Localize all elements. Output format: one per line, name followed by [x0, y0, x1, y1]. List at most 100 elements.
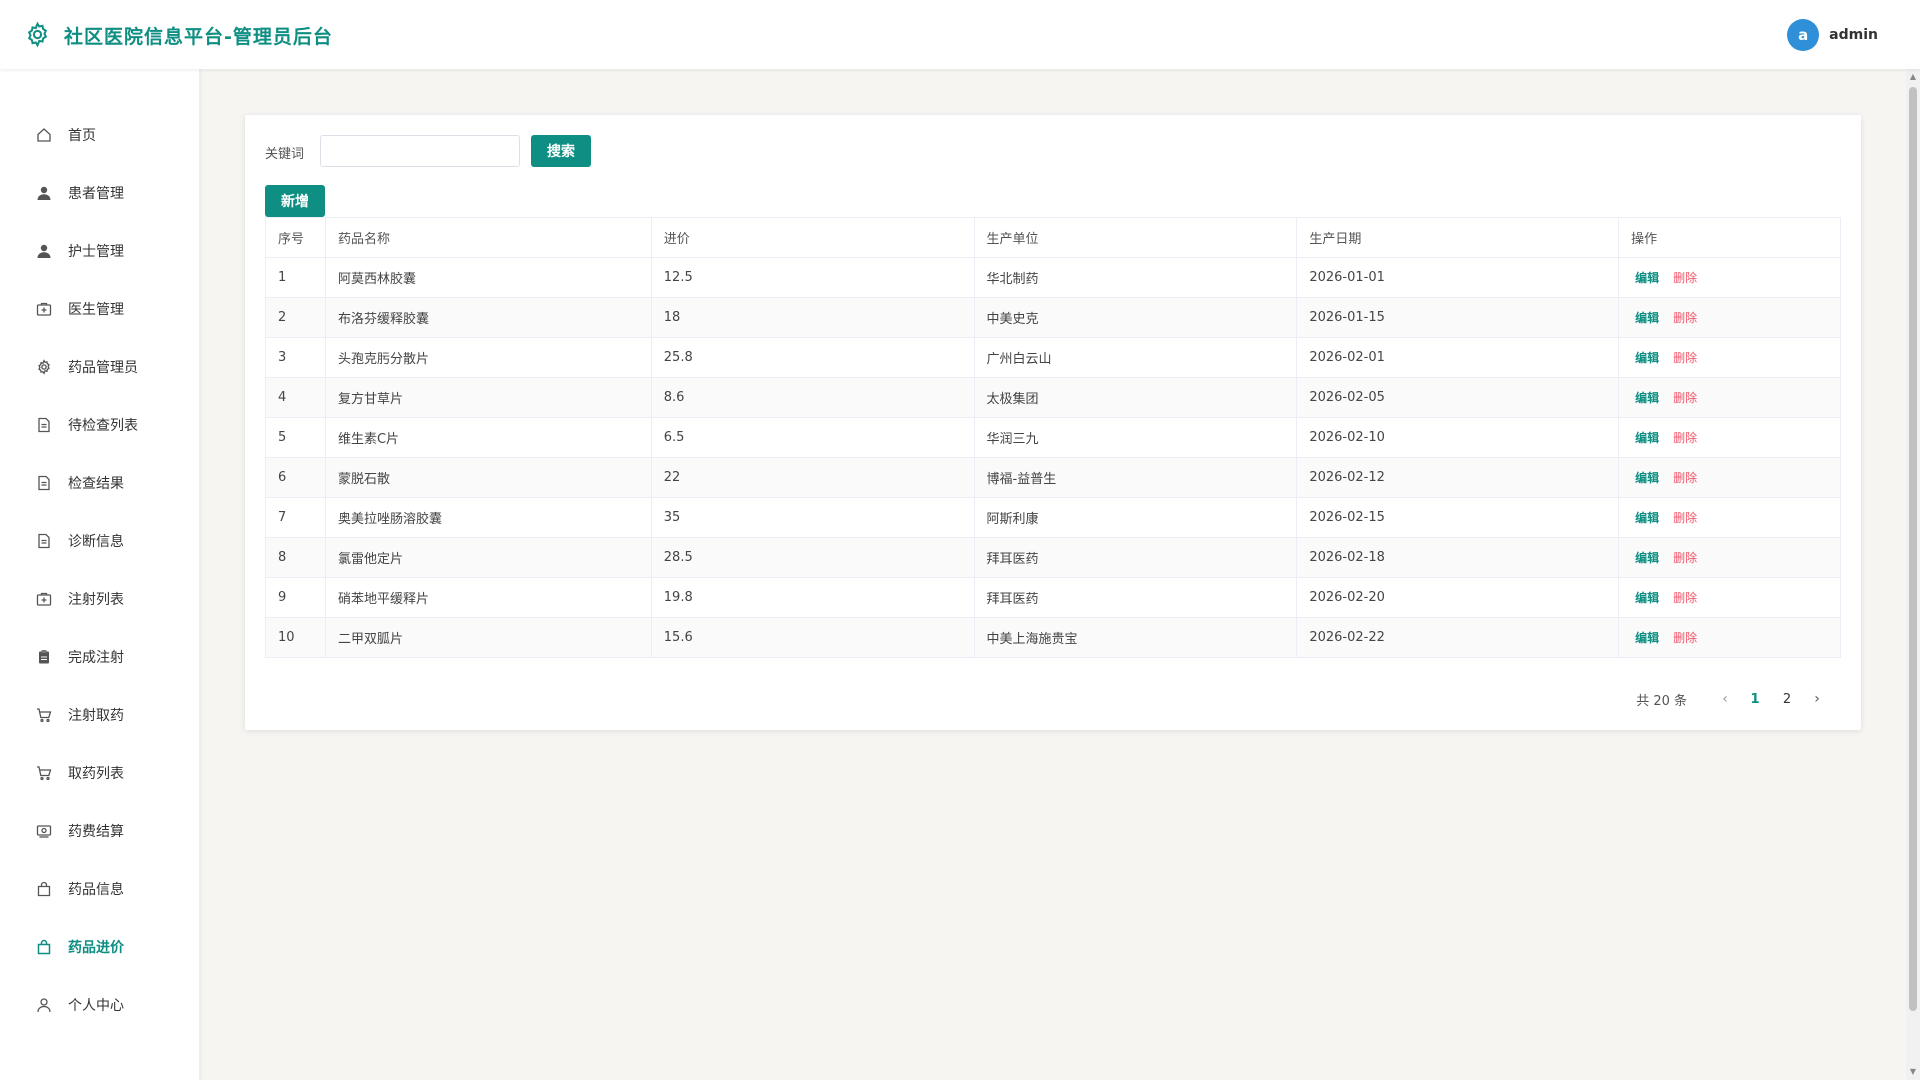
delete-link[interactable]: 删除: [1673, 271, 1697, 285]
cell-drug-name: 维生素C片: [324, 417, 652, 458]
search-input[interactable]: [320, 135, 520, 167]
edit-link[interactable]: 编辑: [1635, 431, 1659, 445]
cell-index: 5: [265, 417, 326, 458]
cell-manufacturer: 中美史克: [973, 297, 1298, 338]
sidebar-item-completed-injections[interactable]: 完成注射: [0, 637, 200, 677]
page-scrollbar[interactable]: ▲ ▼: [1906, 69, 1920, 1080]
sidebar-item-label: 药费结算: [68, 824, 124, 840]
cell-manufacturer: 中美上海施贵宝: [973, 617, 1298, 658]
sidebar-item-injections[interactable]: 注射列表: [0, 579, 200, 619]
column-header-drug-name: 药品名称: [324, 217, 652, 258]
delete-link[interactable]: 删除: [1673, 631, 1697, 645]
cell-index: 6: [265, 457, 326, 498]
cell-price: 18: [650, 297, 975, 338]
table-row: 4 复方甘草片 8.6 太极集团 2026-02-05 编辑 删除: [265, 377, 1841, 418]
sidebar-item-patients[interactable]: 患者管理: [0, 173, 200, 213]
first-aid-icon: [35, 590, 53, 608]
delete-link[interactable]: 删除: [1673, 431, 1697, 445]
delete-link[interactable]: 删除: [1673, 511, 1697, 525]
page-button-2[interactable]: 2: [1771, 692, 1803, 707]
top-header: 社区医院信息平台-管理员后台 a admin: [0, 0, 1920, 69]
edit-link[interactable]: 编辑: [1635, 471, 1659, 485]
cell-index: 1: [265, 257, 326, 298]
avatar[interactable]: a: [1787, 18, 1820, 51]
cell-drug-name: 二甲双胍片: [324, 617, 652, 658]
scrollbar-thumb[interactable]: [1909, 87, 1917, 1011]
edit-link[interactable]: 编辑: [1635, 551, 1659, 565]
sidebar-item-label: 注射列表: [68, 592, 124, 608]
sidebar-item-pickup-list[interactable]: 取药列表: [0, 753, 200, 793]
delete-link[interactable]: 删除: [1673, 551, 1697, 565]
edit-link[interactable]: 编辑: [1635, 511, 1659, 525]
chevron-right-icon[interactable]: ›: [1803, 691, 1831, 707]
add-button[interactable]: 新增: [265, 185, 325, 217]
delete-link[interactable]: 删除: [1673, 351, 1697, 365]
edit-link[interactable]: 编辑: [1635, 311, 1659, 325]
delete-link[interactable]: 删除: [1673, 591, 1697, 605]
scroll-down-icon[interactable]: ▼: [1909, 1068, 1917, 1076]
bag-icon: [35, 880, 53, 898]
table-row: 3 头孢克肟分散片 25.8 广州白云山 2026-02-01 编辑 删除: [265, 337, 1841, 378]
sidebar-item-injection-pickup[interactable]: 注射取药: [0, 695, 200, 735]
edit-link[interactable]: 编辑: [1635, 391, 1659, 405]
sidebar-item-pharmacists[interactable]: 药品管理员: [0, 347, 200, 387]
sidebar-item-exam-results[interactable]: 检查结果: [0, 463, 200, 503]
search-button[interactable]: 搜索: [531, 135, 591, 167]
sidebar-item-drug-prices[interactable]: 药品进价: [0, 927, 200, 967]
cart-icon: [35, 706, 53, 724]
cell-index: 2: [265, 297, 326, 338]
cell-actions: 编辑 删除: [1618, 457, 1841, 498]
delete-link[interactable]: 删除: [1673, 311, 1697, 325]
sidebar-item-label: 药品管理员: [68, 360, 138, 376]
cell-index: 8: [265, 537, 326, 578]
edit-link[interactable]: 编辑: [1635, 271, 1659, 285]
sidebar-item-pending-exams[interactable]: 待检查列表: [0, 405, 200, 445]
cell-price: 25.8: [650, 337, 975, 378]
delete-link[interactable]: 删除: [1673, 391, 1697, 405]
sidebar-item-label: 患者管理: [68, 186, 124, 202]
table-row: 9 硝苯地平缓释片 19.8 拜耳医药 2026-02-20 编辑 删除: [265, 577, 1841, 618]
content-card: 关键词 搜索 新增 序号 药品名称 进价 生产单位 生产日期 操作 1 阿莫西林…: [245, 115, 1861, 730]
sidebar-item-diagnosis[interactable]: 诊断信息: [0, 521, 200, 561]
drug-price-table: 序号 药品名称 进价 生产单位 生产日期 操作 1 阿莫西林胶囊 12.5 华北…: [265, 217, 1841, 658]
edit-link[interactable]: 编辑: [1635, 351, 1659, 365]
table-row: 8 氯雷他定片 28.5 拜耳医药 2026-02-18 编辑 删除: [265, 537, 1841, 578]
sidebar-item-doctors[interactable]: 医生管理: [0, 289, 200, 329]
cell-actions: 编辑 删除: [1618, 617, 1841, 658]
cell-price: 15.6: [650, 617, 975, 658]
scroll-up-icon[interactable]: ▲: [1909, 73, 1917, 81]
sidebar-item-drug-info[interactable]: 药品信息: [0, 869, 200, 909]
page-button-1[interactable]: 1: [1739, 692, 1771, 707]
cell-production-date: 2026-02-22: [1296, 617, 1620, 658]
sidebar-item-label: 个人中心: [68, 998, 124, 1014]
cell-drug-name: 布洛芬缓释胶囊: [324, 297, 652, 338]
cell-price: 6.5: [650, 417, 975, 458]
edit-link[interactable]: 编辑: [1635, 591, 1659, 605]
document-icon: [35, 474, 53, 492]
sidebar-item-billing[interactable]: 药费结算: [0, 811, 200, 851]
cell-drug-name: 氯雷他定片: [324, 537, 652, 578]
cell-drug-name: 阿莫西林胶囊: [324, 257, 652, 298]
table-row: 6 蒙脱石散 22 博福-益普生 2026-02-12 编辑 删除: [265, 457, 1841, 498]
table-row: 2 布洛芬缓释胶囊 18 中美史克 2026-01-15 编辑 删除: [265, 297, 1841, 338]
chevron-left-icon[interactable]: ‹: [1711, 691, 1739, 707]
cell-index: 10: [265, 617, 326, 658]
delete-link[interactable]: 删除: [1673, 471, 1697, 485]
first-aid-icon: [35, 300, 53, 318]
column-header-production-date: 生产日期: [1296, 217, 1620, 258]
cell-manufacturer: 华北制药: [973, 257, 1298, 298]
sidebar-item-profile[interactable]: 个人中心: [0, 985, 200, 1025]
pagination-total: 共 20 条: [1636, 693, 1687, 709]
cell-drug-name: 奥美拉唑肠溶胶囊: [324, 497, 652, 538]
cell-actions: 编辑 删除: [1618, 257, 1841, 298]
sidebar-item-nurses[interactable]: 护士管理: [0, 231, 200, 271]
column-header-index: 序号: [265, 217, 326, 258]
sidebar-item-home[interactable]: 首页: [0, 115, 200, 155]
sidebar-item-label: 药品信息: [68, 882, 124, 898]
cell-drug-name: 复方甘草片: [324, 377, 652, 418]
edit-link[interactable]: 编辑: [1635, 631, 1659, 645]
cell-production-date: 2026-02-05: [1296, 377, 1620, 418]
username[interactable]: admin: [1829, 27, 1878, 43]
sidebar-item-label: 护士管理: [68, 244, 124, 260]
user-menu[interactable]: a admin: [1787, 18, 1878, 51]
